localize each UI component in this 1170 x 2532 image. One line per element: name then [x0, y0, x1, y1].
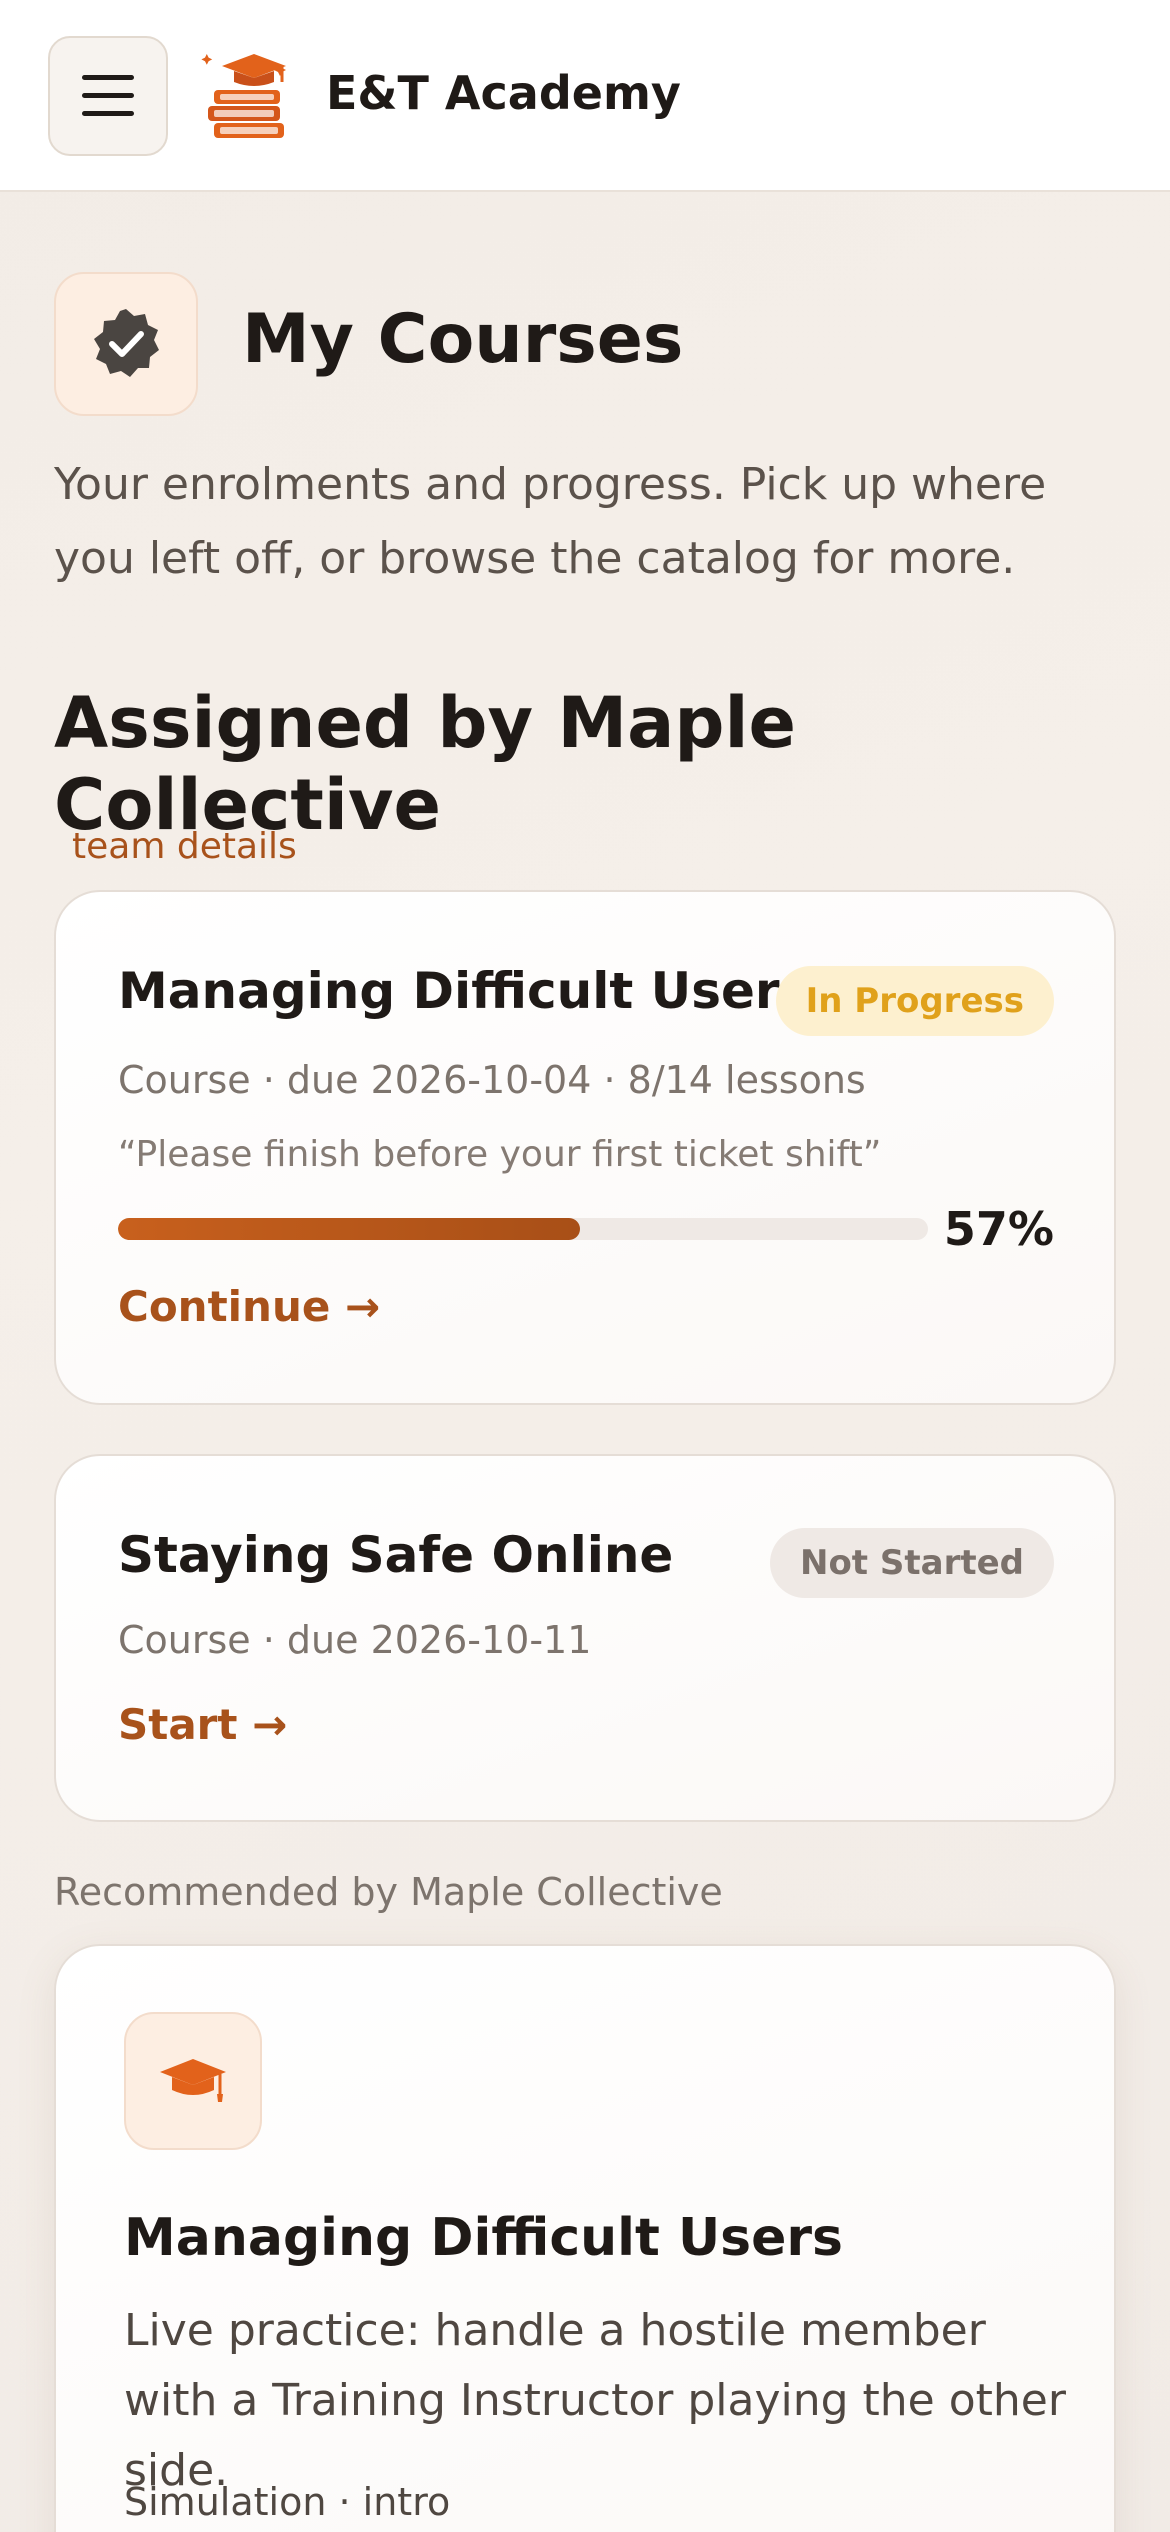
books-graduation-cap-logo: [201, 54, 286, 138]
menu-button[interactable]: [48, 36, 168, 156]
progress-bar: [118, 1218, 928, 1240]
recommended-meta: Simulation · intro: [124, 2480, 451, 2524]
team-details-link[interactable]: team details: [72, 826, 297, 867]
top-app-bar: E&T Academy: [0, 0, 1170, 192]
course-meta: Course · due 2026-10-04 · 8/14 lessons: [118, 1058, 866, 1102]
course-title: Staying Safe Online: [118, 1526, 674, 1584]
course-card[interactable]: Managing Difficult Users In Progress Cou…: [54, 890, 1116, 1405]
course-meta: Course · due 2026-10-11: [118, 1618, 592, 1662]
recommended-label: Recommended by Maple Collective: [54, 1870, 723, 1914]
recommended-title: Managing Difficult Users: [124, 2208, 843, 2268]
start-button[interactable]: Start →: [118, 1700, 287, 1749]
brand-name[interactable]: E&T Academy: [326, 66, 681, 120]
course-note: “Please finish before your first ticket …: [118, 1134, 882, 1175]
page-title: My Courses: [242, 300, 684, 379]
page-subtitle: Your enrolments and progress. Pick up wh…: [54, 459, 1047, 584]
hamburger-menu-icon: [82, 75, 134, 116]
verified-badge-icon: [94, 309, 159, 377]
course-card[interactable]: Staying Safe Online Not Started Course ·…: [54, 1454, 1116, 1822]
status-badge: In Progress: [775, 966, 1054, 1036]
verified-badge-container: [54, 272, 198, 416]
continue-button[interactable]: Continue →: [118, 1282, 380, 1331]
recommended-card[interactable]: Managing Difficult Users Live practice: …: [54, 1944, 1116, 2532]
progress-percent: 57%: [943, 1202, 1054, 1256]
graduation-cap-icon: [160, 2059, 226, 2102]
progress-bar-fill: [118, 1218, 580, 1240]
course-title: Managing Difficult Users: [118, 962, 810, 1020]
recommended-icon-container: [124, 2012, 262, 2150]
assigned-section-title: Assigned by Maple Collective: [54, 682, 796, 846]
recommended-description: Live practice: handle a hostile member w…: [124, 2305, 1066, 2496]
status-badge: Not Started: [769, 1528, 1054, 1598]
